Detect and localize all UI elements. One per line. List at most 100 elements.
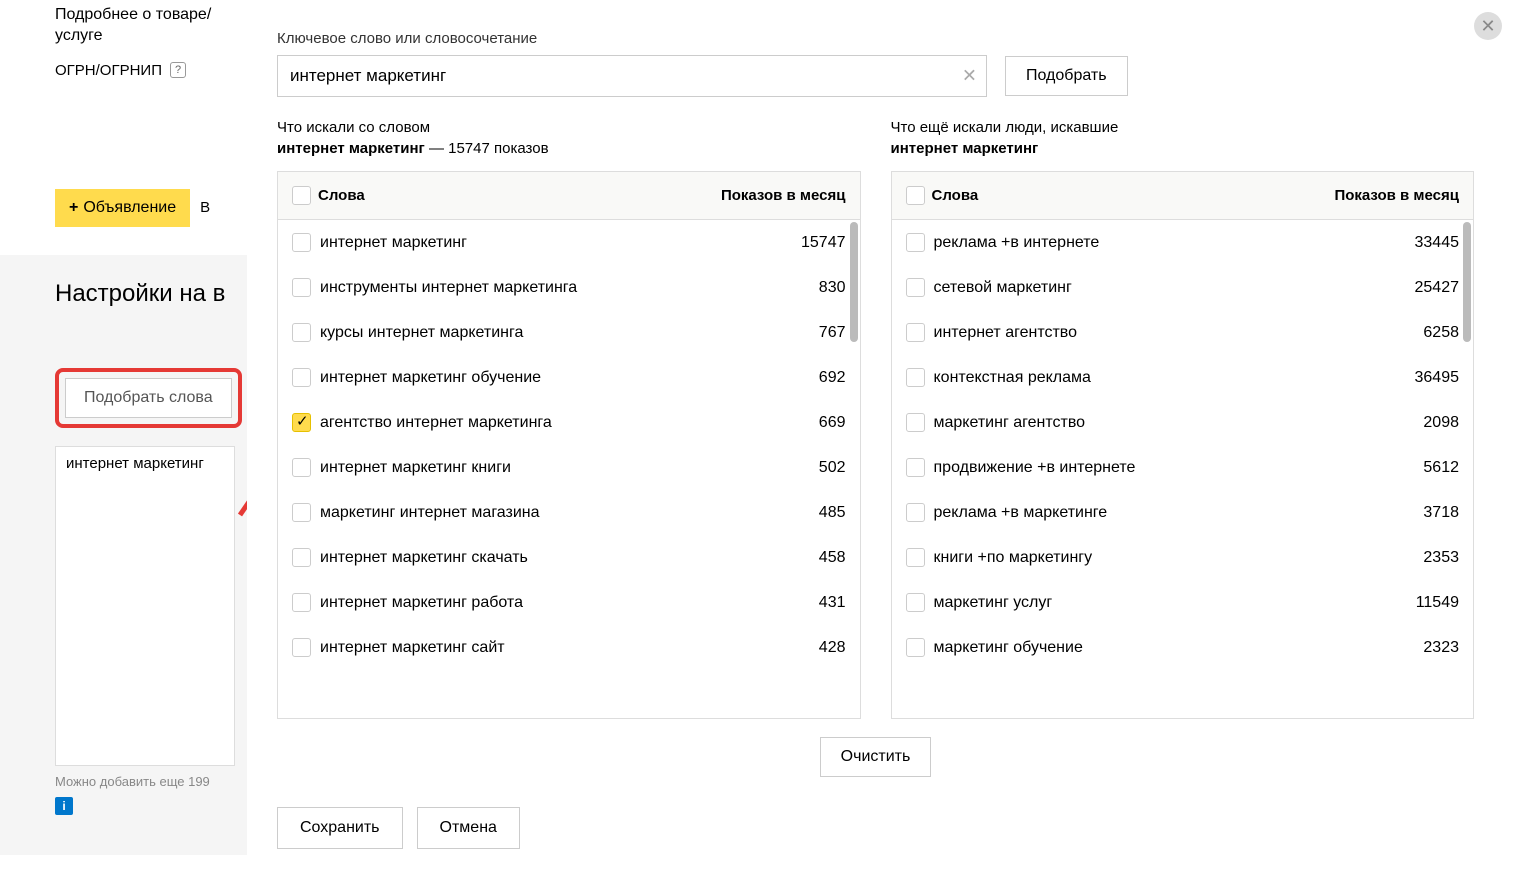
row-checkbox[interactable]: [906, 503, 925, 522]
table-row: агентство интернет маркетинга 669: [278, 400, 860, 445]
clear-input-icon[interactable]: ✕: [962, 66, 977, 87]
keyword-textarea[interactable]: интернет маркетинг: [55, 446, 235, 766]
help-icon[interactable]: ?: [170, 62, 186, 78]
right-column: Что ещё искали люди, искавшие интернет м…: [891, 117, 1475, 719]
row-checkbox[interactable]: [292, 413, 311, 432]
row-checkbox[interactable]: [292, 548, 311, 567]
add-ad-button[interactable]: + Объявление: [55, 189, 190, 227]
table-row: маркетинг агентство 2098: [892, 400, 1474, 445]
row-count: 33445: [1359, 234, 1459, 252]
th-count-right: Показов в месяц: [1279, 187, 1459, 204]
row-words: реклама +в маркетинге: [934, 504, 1360, 522]
row-words: интернет маркетинг: [320, 234, 746, 252]
scrollbar-right[interactable]: [1463, 222, 1471, 342]
row-count: 11549: [1359, 594, 1459, 612]
table-row: реклама +в интернете 33445: [892, 220, 1474, 265]
table-row: интернет маркетинг обучение 692: [278, 355, 860, 400]
row-checkbox[interactable]: [906, 278, 925, 297]
row-count: 431: [746, 594, 846, 612]
close-icon[interactable]: ✕: [1474, 12, 1502, 40]
row-count: 3718: [1359, 504, 1459, 522]
row-words: сетевой маркетинг: [934, 279, 1360, 297]
row-checkbox[interactable]: [906, 593, 925, 612]
row-checkbox[interactable]: [906, 458, 925, 477]
row-words: интернет маркетинг работа: [320, 594, 746, 612]
table-row: интернет маркетинг книги 502: [278, 445, 860, 490]
row-count: 25427: [1359, 279, 1459, 297]
left-caption: Что искали со словом интернет маркетинг …: [277, 117, 861, 159]
table-row: продвижение +в интернете 5612: [892, 445, 1474, 490]
row-count: 502: [746, 459, 846, 477]
cancel-button[interactable]: Отмена: [417, 807, 520, 849]
row-words: интернет маркетинг обучение: [320, 369, 746, 387]
section-title: Настройки на в: [55, 280, 247, 308]
row-words: маркетинг обучение: [934, 639, 1360, 657]
row-checkbox[interactable]: [292, 233, 311, 252]
row-words: контекстная реклама: [934, 369, 1360, 387]
keyword-input[interactable]: [277, 55, 987, 97]
row-count: 485: [746, 504, 846, 522]
keyword-value: интернет маркетинг: [66, 455, 204, 472]
row-count: 5612: [1359, 459, 1459, 477]
row-words: маркетинг интернет магазина: [320, 504, 746, 522]
table-row: сетевой маркетинг 25427: [892, 265, 1474, 310]
row-words: интернет маркетинг сайт: [320, 639, 746, 657]
row-words: интернет маркетинг скачать: [320, 549, 746, 567]
table-row: интернет агентство 6258: [892, 310, 1474, 355]
row-checkbox[interactable]: [906, 413, 925, 432]
row-checkbox[interactable]: [292, 503, 311, 522]
row-checkbox[interactable]: [906, 323, 925, 342]
save-button[interactable]: Сохранить: [277, 807, 403, 849]
row-count: 2098: [1359, 414, 1459, 432]
row-count: 830: [746, 279, 846, 297]
table-row: маркетинг интернет магазина 485: [278, 490, 860, 535]
row-count: 767: [746, 324, 846, 342]
row-words: интернет маркетинг книги: [320, 459, 746, 477]
table-row: интернет маркетинг скачать 458: [278, 535, 860, 580]
row-checkbox[interactable]: [292, 638, 311, 657]
row-words: инструменты интернет маркетинга: [320, 279, 746, 297]
row-count: 692: [746, 369, 846, 387]
plus-icon: +: [69, 199, 78, 217]
table-row: книги +по маркетингу 2353: [892, 535, 1474, 580]
row-checkbox[interactable]: [906, 638, 925, 657]
row-words: маркетинг услуг: [934, 594, 1360, 612]
row-count: 36495: [1359, 369, 1459, 387]
row-count: 458: [746, 549, 846, 567]
row-checkbox[interactable]: [292, 593, 311, 612]
row-count: 6258: [1359, 324, 1459, 342]
left-detail-label: Подробнее о товаре/услуге: [55, 0, 232, 52]
row-checkbox[interactable]: [906, 368, 925, 387]
row-checkbox[interactable]: [906, 548, 925, 567]
input-label: Ключевое слово или словосочетание: [277, 30, 1474, 47]
clear-button[interactable]: Очистить: [820, 737, 932, 777]
th-words-right: Слова: [932, 187, 1280, 204]
row-words: книги +по маркетингу: [934, 549, 1360, 567]
right-caption: Что ещё искали люди, искавшие интернет м…: [891, 117, 1475, 159]
row-checkbox[interactable]: [292, 278, 311, 297]
pick-button[interactable]: Подобрать: [1005, 56, 1128, 96]
select-all-left-checkbox[interactable]: [292, 186, 311, 205]
scrollbar-left[interactable]: [850, 222, 858, 342]
highlight-annotation: Подобрать слова: [55, 368, 242, 428]
select-all-right-checkbox[interactable]: [906, 186, 925, 205]
row-checkbox[interactable]: [292, 458, 311, 477]
table-row: маркетинг обучение 2323: [892, 625, 1474, 670]
th-words-left: Слова: [318, 187, 666, 204]
table-row: интернет маркетинг сайт 428: [278, 625, 860, 670]
table-row: маркетинг услуг 11549: [892, 580, 1474, 625]
info-icon: i: [55, 797, 73, 815]
row-words: реклама +в интернете: [934, 234, 1360, 252]
row-count: 15747: [746, 234, 846, 252]
left-panel: Подробнее о товаре/услуге ОГРН/ОГРНИП ? …: [0, 0, 247, 877]
row-checkbox[interactable]: [292, 368, 311, 387]
row-checkbox[interactable]: [292, 323, 311, 342]
row-count: 2353: [1359, 549, 1459, 567]
hint-text: Можно добавить еще 199: [55, 774, 247, 789]
row-checkbox[interactable]: [906, 233, 925, 252]
row-words: курсы интернет маркетинга: [320, 324, 746, 342]
row-words: продвижение +в интернете: [934, 459, 1360, 477]
table-row: курсы интернет маркетинга 767: [278, 310, 860, 355]
table-row: инструменты интернет маркетинга 830: [278, 265, 860, 310]
pick-words-button[interactable]: Подобрать слова: [65, 378, 232, 418]
